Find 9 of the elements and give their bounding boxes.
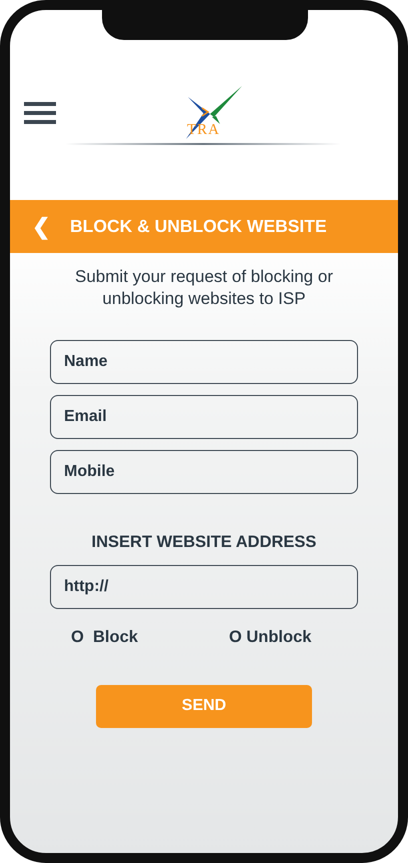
address-field[interactable]: http:// (50, 564, 358, 609)
page-title: BLOCK & UNBLOCK WEBSITE (70, 215, 327, 238)
address-label: INSERT WEBSITE ADDRESS (90, 532, 318, 553)
intro-text: Submit your request of blocking or unblocking websites to ISP (74, 266, 334, 310)
input-field[interactable]: Email (50, 395, 358, 439)
radio-option[interactable]: O Block (71, 624, 138, 650)
input-field[interactable]: Name (50, 340, 358, 384)
input-field[interactable]: Mobile (50, 450, 358, 494)
radio-option[interactable]: O Unblock (228, 624, 312, 650)
